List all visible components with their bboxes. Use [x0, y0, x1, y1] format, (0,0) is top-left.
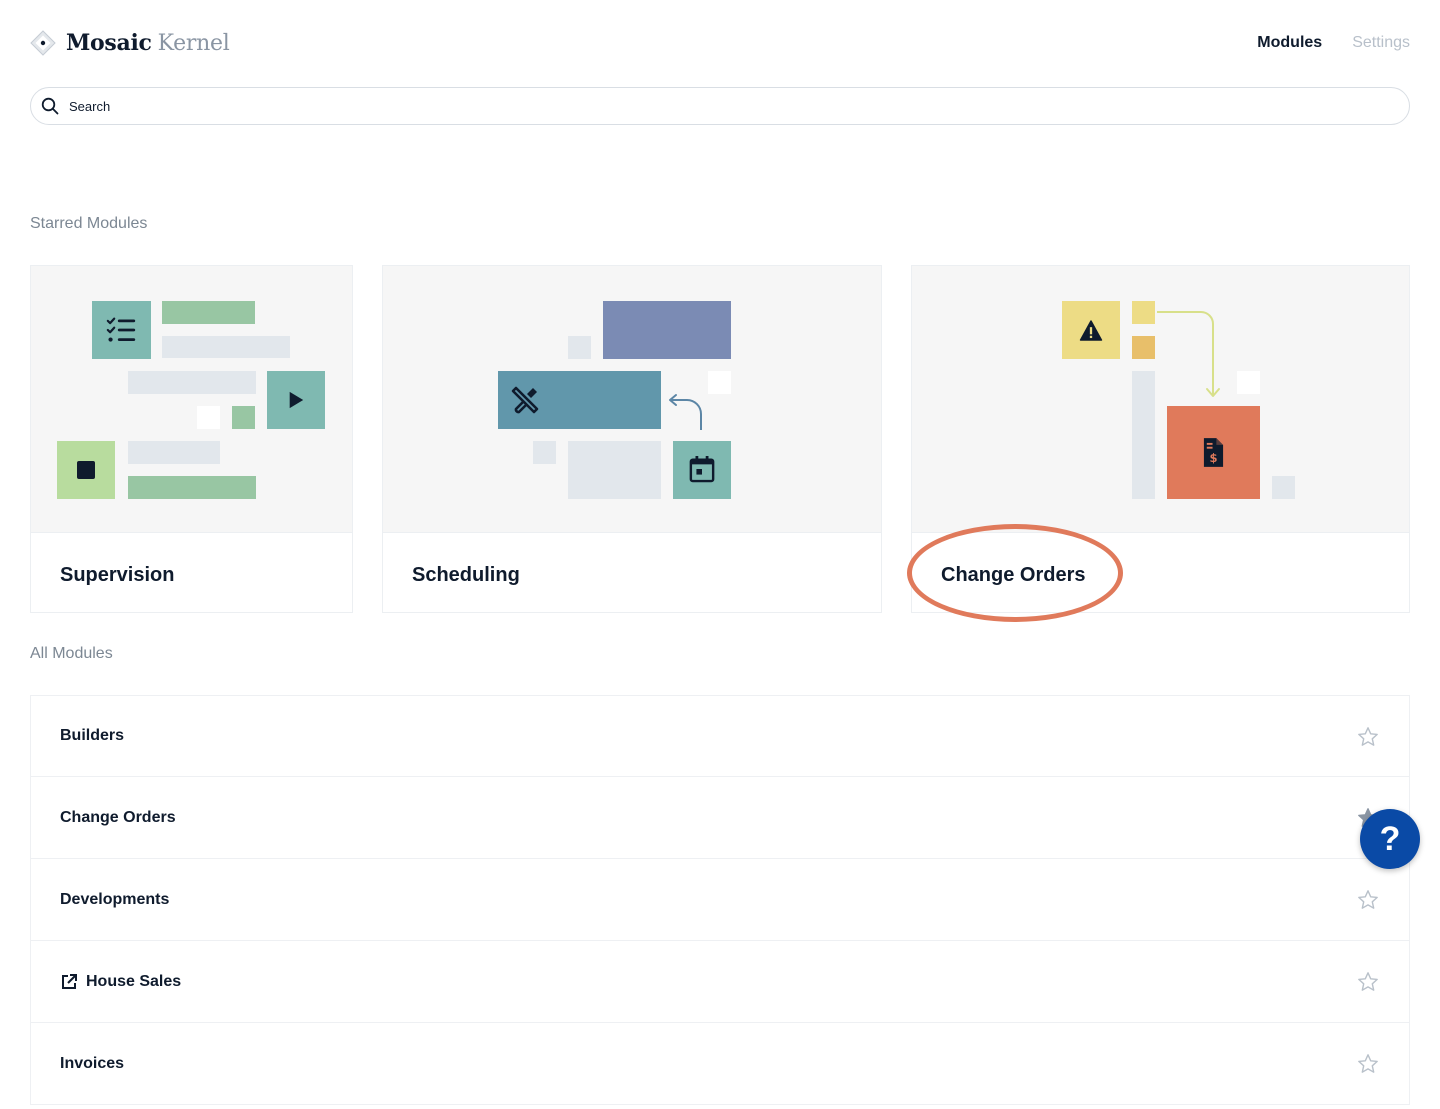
square-shape [708, 371, 731, 394]
search-icon [41, 97, 59, 115]
down-arrow-icon [1157, 311, 1220, 397]
card-title: Supervision [60, 564, 175, 586]
list-item-label: Developments [60, 890, 170, 908]
list-item-label: Invoices [60, 1054, 125, 1072]
play-tile [267, 371, 325, 429]
list-item-label: Builders [60, 727, 125, 744]
square-shape [1132, 301, 1155, 324]
logo-diamond-icon [30, 30, 56, 56]
star-icon[interactable] [1357, 889, 1379, 911]
starred-card-supervision[interactable]: Supervision [30, 265, 353, 613]
bar-shape [128, 371, 256, 394]
help-question-icon: ? [1379, 819, 1401, 858]
invoice-tile: $ [1167, 406, 1260, 499]
list-item-invoices[interactable]: Invoices [30, 1023, 1410, 1105]
module-list: Builders Change Orders Developments Hous… [30, 695, 1410, 1105]
bar-shape [603, 301, 731, 359]
external-link-icon [62, 973, 77, 989]
stop-tile [57, 441, 115, 499]
bar-shape [128, 441, 220, 464]
square-shape [1237, 371, 1260, 394]
square-shape [1132, 336, 1155, 359]
tools-icon [511, 386, 539, 414]
logo[interactable]: Mosaic Kernel [30, 30, 230, 56]
list-item-developments[interactable]: Developments [30, 859, 1410, 941]
starred-card-change-orders[interactable]: $ Change Orders [911, 265, 1410, 613]
tools-tile [498, 371, 661, 429]
square-shape [232, 406, 255, 429]
supervision-illustration [31, 266, 352, 533]
play-icon [289, 391, 304, 409]
star-icon[interactable] [1357, 1053, 1379, 1075]
calendar-tile [673, 441, 731, 499]
nav-settings-link[interactable]: Settings [1352, 34, 1410, 52]
checklist-tile [92, 301, 151, 359]
scheduling-illustration [383, 266, 881, 533]
calendar-icon [689, 456, 715, 483]
card-title: Change Orders [941, 564, 1086, 586]
top-bar: Mosaic Kernel Modules Settings [30, 26, 1410, 62]
list-item-label: House Sales [86, 972, 182, 990]
list-item-house-sales[interactable]: House Sales [30, 941, 1410, 1023]
card-title: Scheduling [412, 564, 520, 586]
bar-shape [128, 476, 256, 499]
square-shape [197, 406, 220, 429]
help-button[interactable]: ? [1360, 809, 1420, 869]
bar-shape [568, 441, 661, 499]
list-item-builders[interactable]: Builders [30, 695, 1410, 777]
list-item-label: Change Orders [60, 808, 176, 826]
brand-suffix: Kernel [157, 30, 230, 56]
curved-arrow-icon [669, 394, 702, 430]
checklist-icon [106, 317, 136, 342]
brand-name: Mosaic [66, 30, 152, 56]
search-bar[interactable] [30, 87, 1410, 125]
square-shape [568, 336, 591, 359]
bar-shape [162, 336, 290, 358]
stop-icon [77, 461, 95, 479]
bar-shape [1132, 371, 1155, 499]
nav-modules-link[interactable]: Modules [1257, 34, 1322, 52]
svg-text:$: $ [1209, 451, 1217, 465]
square-shape [533, 441, 556, 464]
list-item-change-orders[interactable]: Change Orders [30, 777, 1410, 859]
bar-shape [162, 301, 255, 324]
starred-modules-heading: Starred Modules [30, 215, 148, 232]
top-nav: Modules Settings [1257, 34, 1410, 52]
warning-icon [1079, 320, 1103, 341]
warning-tile [1062, 301, 1120, 359]
starred-card-scheduling[interactable]: Scheduling [382, 265, 882, 613]
invoice-icon: $ [1203, 438, 1224, 467]
search-input[interactable] [69, 98, 1301, 114]
star-icon[interactable] [1357, 971, 1379, 993]
all-modules-heading: All Modules [30, 645, 113, 662]
square-shape [1272, 476, 1295, 499]
change-orders-illustration: $ [912, 266, 1409, 533]
star-icon[interactable] [1357, 726, 1379, 748]
